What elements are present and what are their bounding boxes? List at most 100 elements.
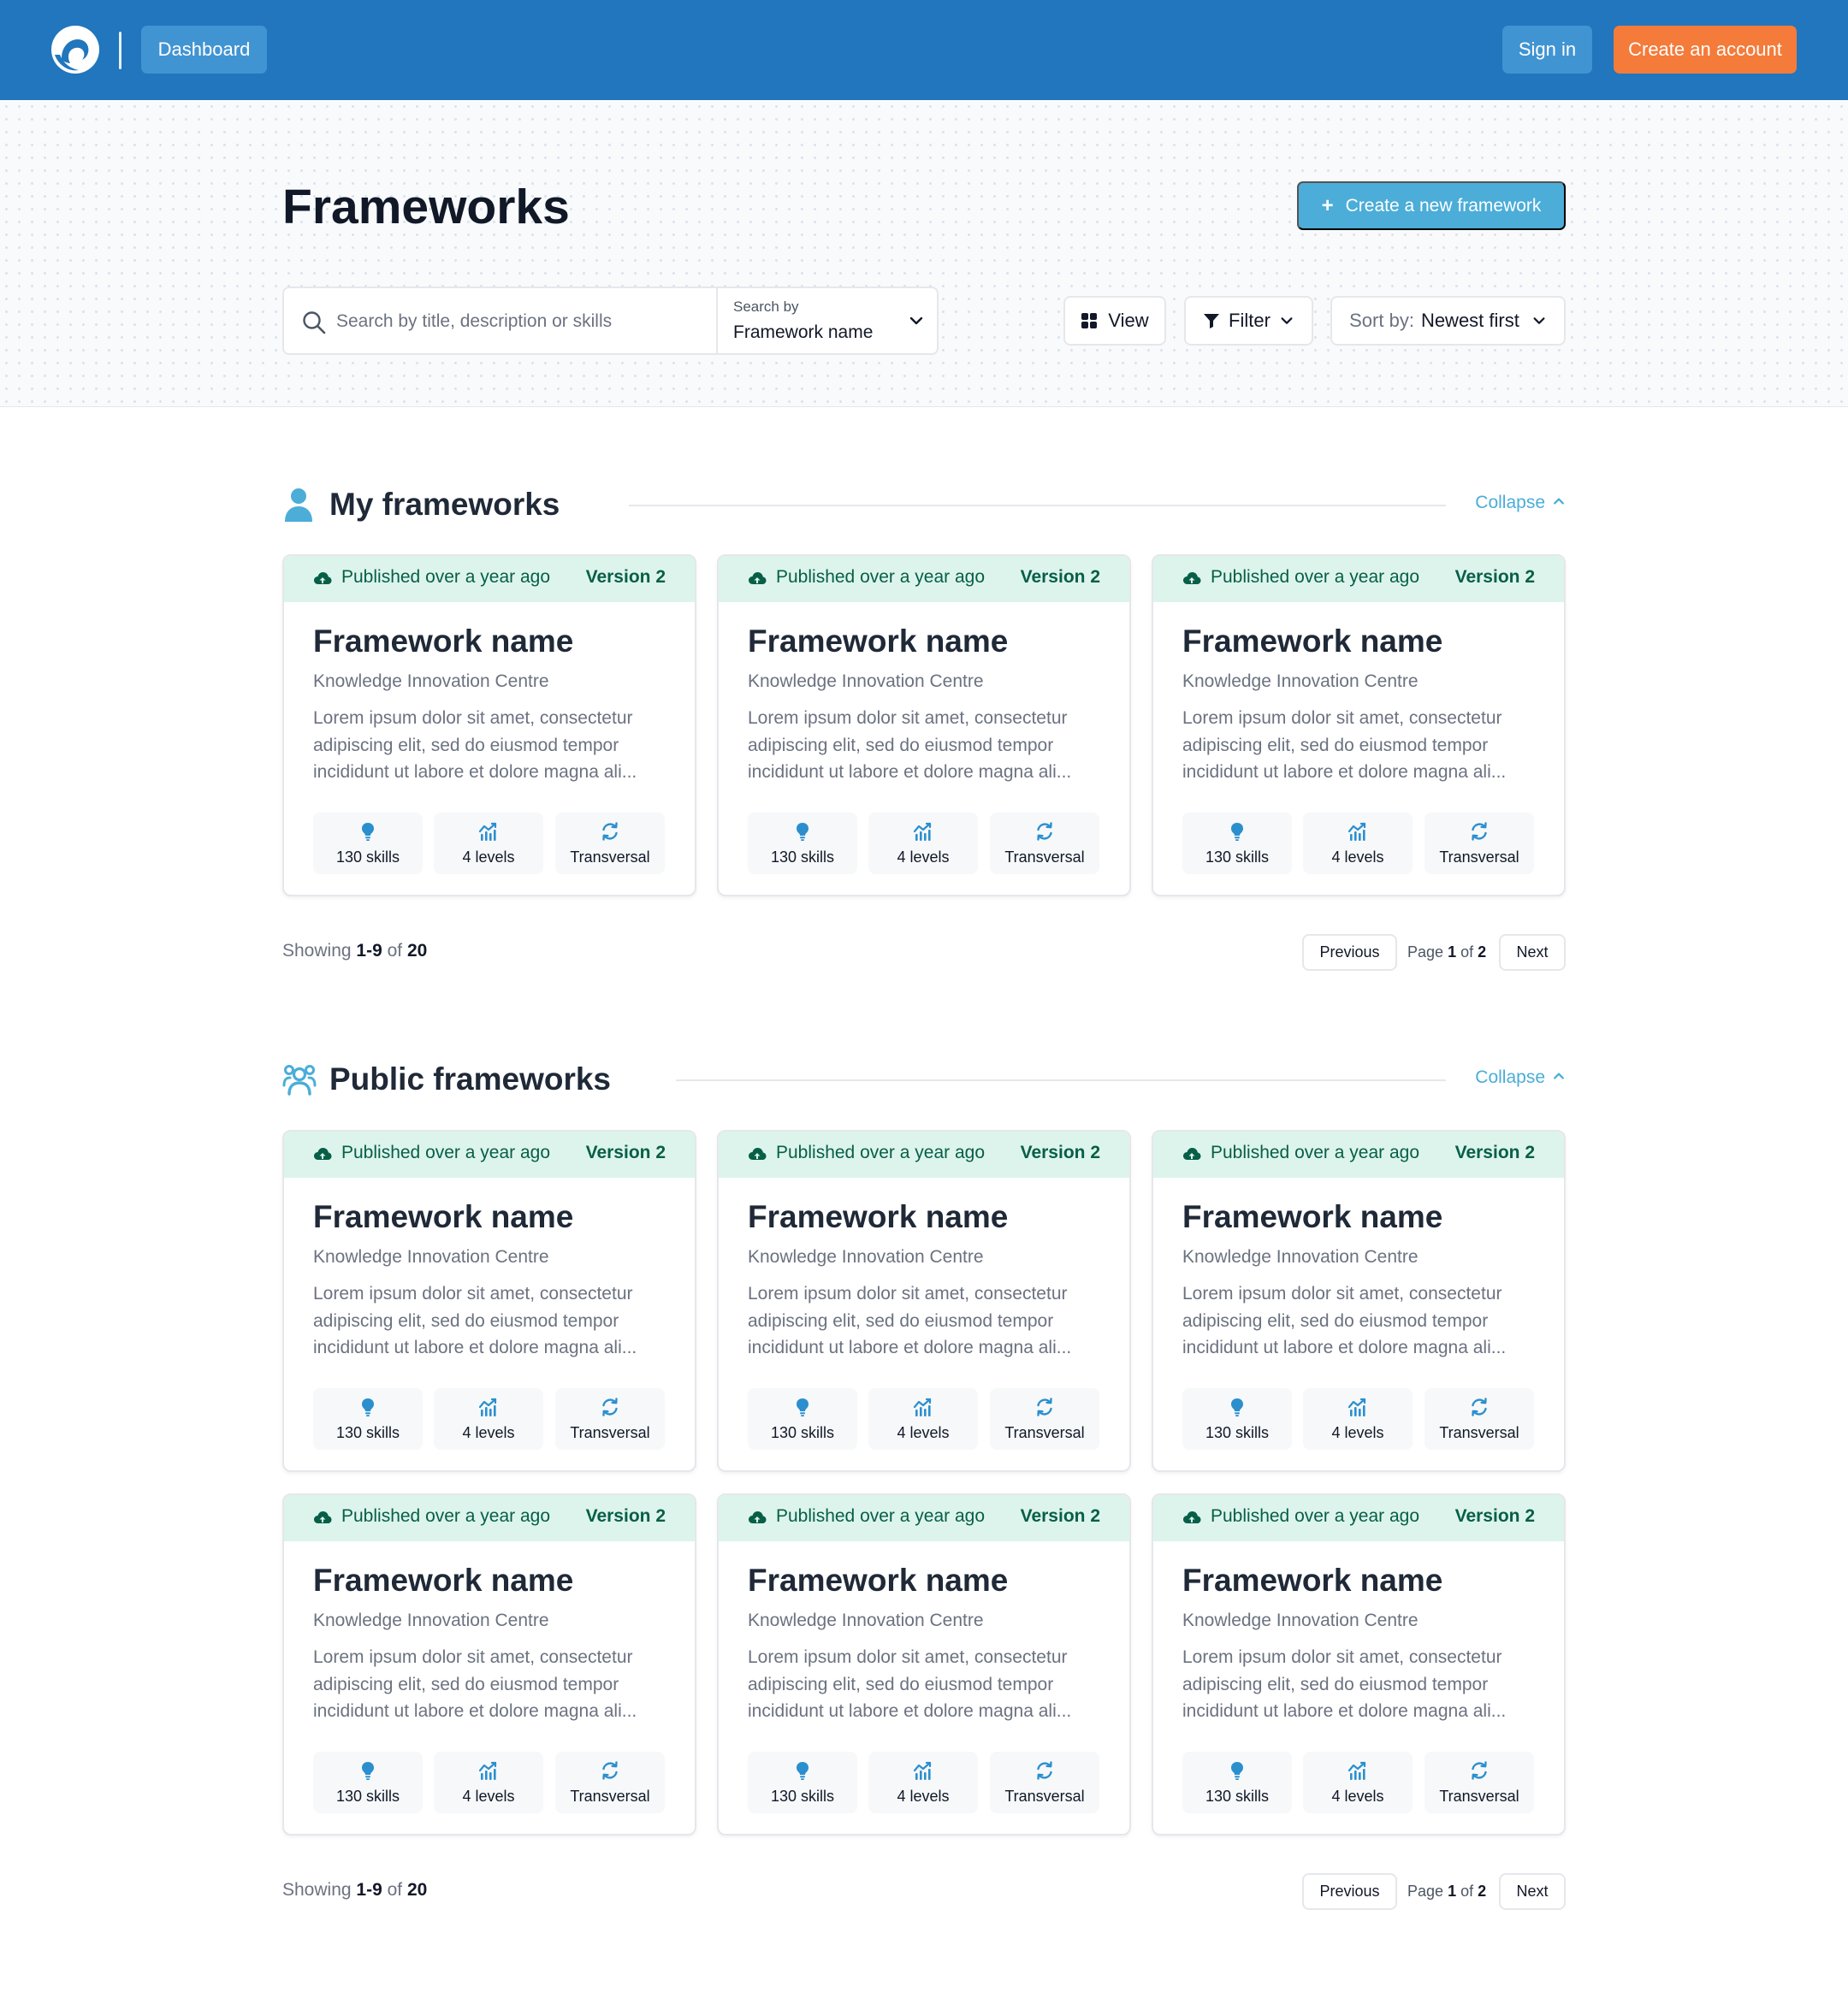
skills-stat: 130 skills	[313, 1388, 423, 1450]
framework-card[interactable]: Published over a year ago Version 2 Framew…	[282, 1130, 696, 1472]
view-button[interactable]: View	[1063, 296, 1166, 346]
search-by-dropdown[interactable]: Search by Framework name	[718, 288, 939, 353]
chart-growth-icon	[478, 821, 499, 842]
framework-title[interactable]: Framework name	[1182, 623, 1442, 660]
sign-in-button[interactable]: Sign in	[1502, 26, 1592, 74]
card-status-bar: Published over a year ago Version 2	[284, 1495, 695, 1541]
plus-icon: +	[1321, 193, 1334, 217]
chart-growth-icon	[913, 1760, 933, 1781]
type-stat: Transversal	[1424, 813, 1534, 874]
type-stat-label: Transversal	[1004, 1788, 1085, 1805]
skills-stat-label: 130 skills	[335, 1788, 400, 1805]
create-new-framework-button[interactable]: + Create a new framework	[1297, 181, 1566, 230]
organization-name: Knowledge Innovation Centre	[313, 1247, 549, 1267]
chevron-down-icon	[1533, 317, 1545, 324]
framework-title[interactable]: Framework name	[1182, 1562, 1442, 1599]
brand-logo-icon[interactable]	[50, 24, 101, 75]
lightbulb-icon	[358, 1397, 378, 1417]
framework-description: Lorem ipsum dolor sit amet, consectetur …	[748, 1284, 1072, 1357]
framework-card-grid: Published over a year ago Version 2 Framew…	[282, 1130, 1566, 1857]
framework-title[interactable]: Framework name	[1182, 1198, 1442, 1236]
collapse-button[interactable]: Collapse	[1475, 1067, 1566, 1088]
refresh-icon	[1469, 821, 1490, 842]
published-status: Published over a year ago	[1211, 567, 1419, 587]
levels-stat-label: 4 levels	[1331, 1788, 1384, 1805]
framework-card[interactable]: Published over a year ago Version 2 Framew…	[282, 554, 696, 896]
create-account-button[interactable]: Create an account	[1614, 26, 1797, 74]
organization-name: Knowledge Innovation Centre	[748, 1611, 984, 1630]
version-label: Version 2	[585, 1143, 666, 1162]
section-title: My frameworks	[329, 487, 560, 522]
framework-card[interactable]: Published over a year ago Version 2 Framew…	[1152, 1130, 1566, 1472]
published-status: Published over a year ago	[776, 567, 985, 587]
framework-card[interactable]: Published over a year ago Version 2 Framew…	[717, 1493, 1131, 1836]
version-label: Version 2	[585, 1506, 666, 1526]
filter-label: Filter	[1229, 310, 1270, 331]
framework-card[interactable]: Published over a year ago Version 2 Framew…	[717, 1130, 1131, 1472]
results-count: Showing 1-9 of 20	[282, 941, 427, 961]
dashboard-button[interactable]: Dashboard	[141, 26, 267, 74]
collapse-button[interactable]: Collapse	[1475, 493, 1566, 513]
organization-name: Knowledge Innovation Centre	[313, 671, 549, 691]
of-word: of	[1460, 1883, 1474, 1900]
framework-title[interactable]: Framework name	[313, 623, 573, 660]
framework-card[interactable]: Published over a year ago Version 2 Framew…	[1152, 554, 1566, 896]
levels-stat: 4 levels	[434, 813, 543, 874]
skills-stat-label: 130 skills	[770, 848, 835, 866]
levels-stat-label: 4 levels	[897, 1788, 950, 1805]
type-stat: Transversal	[990, 1752, 1099, 1813]
lightbulb-icon	[1227, 821, 1247, 842]
framework-title[interactable]: Framework name	[748, 623, 1008, 660]
levels-stat-label: 4 levels	[897, 1424, 950, 1441]
next-page-button[interactable]: Next	[1499, 1873, 1566, 1910]
chevron-down-icon	[1281, 317, 1293, 324]
of-word: of	[1460, 943, 1474, 961]
framework-card[interactable]: Published over a year ago Version 2 Framew…	[282, 1493, 696, 1836]
published-status: Published over a year ago	[1211, 1506, 1419, 1526]
cloud-upload-icon	[748, 571, 767, 588]
previous-page-button[interactable]: Previous	[1302, 1873, 1397, 1910]
lightbulb-icon	[792, 821, 813, 842]
chevron-up-icon	[1552, 1067, 1566, 1088]
search-input[interactable]	[336, 303, 696, 340]
section-divider	[676, 1079, 1446, 1081]
skills-stat-label: 130 skills	[770, 1424, 835, 1441]
view-label: View	[1108, 310, 1149, 331]
levels-stat-label: 4 levels	[1331, 848, 1384, 866]
sort-dropdown[interactable]: Sort by: Newest first	[1330, 296, 1566, 346]
skills-stat: 130 skills	[1182, 813, 1292, 874]
version-label: Version 2	[1020, 1143, 1100, 1162]
framework-title[interactable]: Framework name	[313, 1562, 573, 1599]
filter-icon	[1204, 314, 1220, 328]
grid-icon	[1081, 313, 1098, 328]
chevron-down-icon	[909, 316, 923, 325]
total-pages: 2	[1478, 1883, 1487, 1900]
framework-title[interactable]: Framework name	[748, 1198, 1008, 1236]
skills-stat-label: 130 skills	[770, 1788, 835, 1805]
framework-card[interactable]: Published over a year ago Version 2 Framew…	[1152, 1493, 1566, 1836]
create-new-framework-label: Create a new framework	[1345, 195, 1542, 216]
framework-card[interactable]: Published over a year ago Version 2 Framew…	[717, 554, 1131, 896]
card-status-bar: Published over a year ago Version 2	[719, 1495, 1129, 1541]
version-label: Version 2	[1020, 567, 1100, 587]
framework-description: Lorem ipsum dolor sit amet, consectetur …	[1182, 1647, 1507, 1721]
chart-growth-icon	[478, 1760, 499, 1781]
type-stat-label: Transversal	[1439, 1424, 1519, 1441]
next-page-button[interactable]: Next	[1499, 934, 1566, 971]
levels-stat: 4 levels	[868, 813, 978, 874]
logo-divider	[119, 32, 121, 69]
skills-stat-label: 130 skills	[1205, 1424, 1270, 1441]
previous-page-button[interactable]: Previous	[1302, 934, 1397, 971]
card-status-bar: Published over a year ago Version 2	[719, 1132, 1129, 1178]
showing-range: 1-9	[356, 1880, 382, 1900]
sort-label: Sort by:	[1349, 310, 1414, 331]
filter-button[interactable]: Filter	[1184, 296, 1313, 346]
published-status: Published over a year ago	[1211, 1143, 1419, 1162]
published-status: Published over a year ago	[341, 1143, 550, 1162]
type-stat: Transversal	[555, 1752, 665, 1813]
organization-name: Knowledge Innovation Centre	[748, 1247, 984, 1267]
published-status: Published over a year ago	[776, 1143, 985, 1162]
framework-title[interactable]: Framework name	[313, 1198, 573, 1236]
framework-title[interactable]: Framework name	[748, 1562, 1008, 1599]
section-divider	[629, 505, 1446, 506]
